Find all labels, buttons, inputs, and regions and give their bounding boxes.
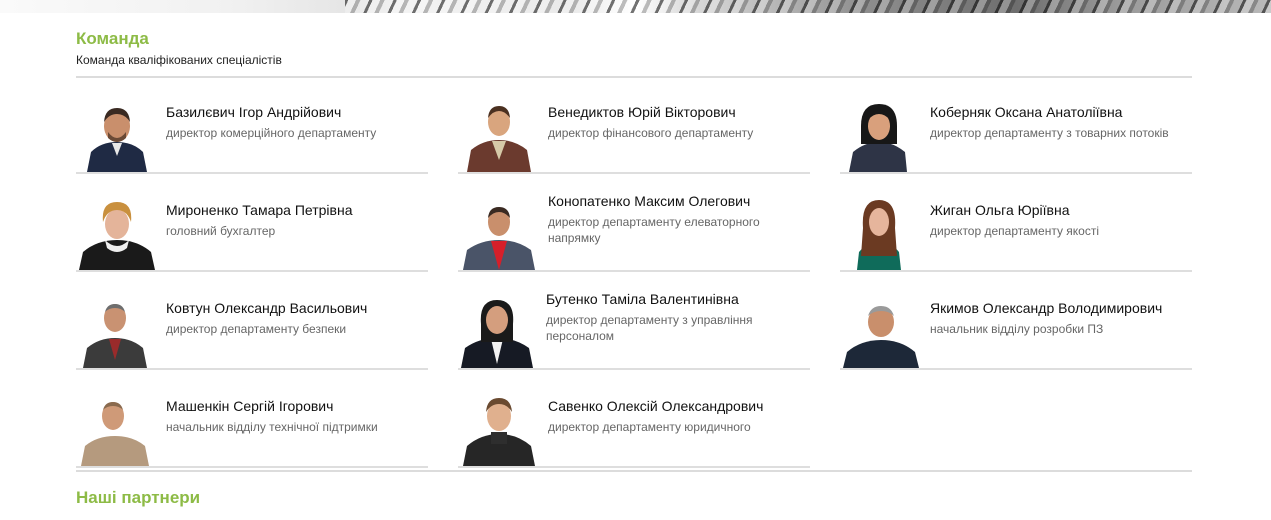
team-member-role: директор департаменту з управління персо… (546, 313, 753, 343)
team-member-role: директор комерційного департаменту (166, 126, 377, 140)
team-member-role: директор департаменту елеваторного напря… (548, 215, 760, 245)
team-member-name: Бутенко Таміла Валентинівна (546, 291, 739, 307)
team-member-role: директор департаменту з товарних потоків (930, 126, 1169, 140)
team-member-photo (79, 292, 155, 368)
team-member-card[interactable]: Ковтун Олександр Васильович директор деп… (76, 273, 428, 370)
team-member-role: директор фінансового департаменту (548, 126, 754, 140)
team-member-photo (461, 194, 537, 270)
team-member-photo (461, 96, 537, 172)
team-member-card[interactable]: Бутенко Таміла Валентинівна директор деп… (458, 273, 810, 370)
team-member-card[interactable]: Коберняк Оксана Анатоліївна директор деп… (840, 77, 1192, 174)
team-member-name: Мироненко Тамара Петрівна (166, 202, 353, 218)
team-member-name: Конопатенко Максим Олегович (548, 193, 751, 209)
team-member-name: Машенкін Сергій Ігорович (166, 398, 334, 414)
team-member-role: директор департаменту юридичного (548, 420, 751, 434)
team-member-role: директор департаменту якості (930, 224, 1100, 238)
team-section-title: Команда (76, 29, 149, 48)
team-section-subtitle: Команда кваліфікованих спеціалістів (76, 53, 282, 67)
team-member-name: Ковтун Олександр Васильович (166, 300, 368, 316)
team-member-photo (843, 96, 919, 172)
team-member-card[interactable]: Якимов Олександр Володимирович начальник… (840, 273, 1192, 370)
team-member-photo (843, 194, 919, 270)
team-member-photo (79, 96, 155, 172)
team-member-name: Якимов Олександр Володимирович (930, 300, 1163, 316)
team-member-photo (79, 194, 155, 270)
team-member-card[interactable]: Базилєвич Ігор Андрійович директор комер… (76, 77, 428, 174)
team-member-photo (843, 292, 919, 368)
team-member-name: Венедиктов Юрій Вікторович (548, 104, 736, 120)
team-member-card[interactable]: Савенко Олексій Олександрович директор д… (458, 371, 810, 468)
team-member-role: начальник відділу розробки ПЗ (930, 322, 1104, 336)
team-member-name: Савенко Олексій Олександрович (548, 398, 764, 414)
team-member-card[interactable]: Конопатенко Максим Олегович директор деп… (458, 175, 810, 272)
team-member-role: головний бухгалтер (166, 224, 276, 238)
team-member-card[interactable]: Мироненко Тамара Петрівна головний бухга… (76, 175, 428, 272)
team-member-photo (461, 390, 537, 466)
team-member-name: Коберняк Оксана Анатоліївна (930, 104, 1123, 120)
team-member-card[interactable]: Жиган Ольга Юріївна директор департамент… (840, 175, 1192, 272)
team-member-role: директор департаменту безпеки (166, 322, 347, 336)
team-member-photo (461, 292, 537, 368)
partners-section-title: Наші партнери (76, 488, 201, 507)
team-member-name: Жиган Ольга Юріївна (930, 202, 1070, 218)
header-banner-image (0, 0, 1271, 13)
team-member-name: Базилєвич Ігор Андрійович (166, 104, 342, 120)
team-member-role: начальник відділу технічної підтримки (166, 420, 378, 434)
team-member-card[interactable]: Машенкін Сергій Ігорович начальник відді… (76, 371, 428, 468)
team-member-card[interactable]: Венедиктов Юрій Вікторович директор фіна… (458, 77, 810, 174)
team-member-photo (79, 390, 155, 466)
divider (76, 470, 1192, 472)
